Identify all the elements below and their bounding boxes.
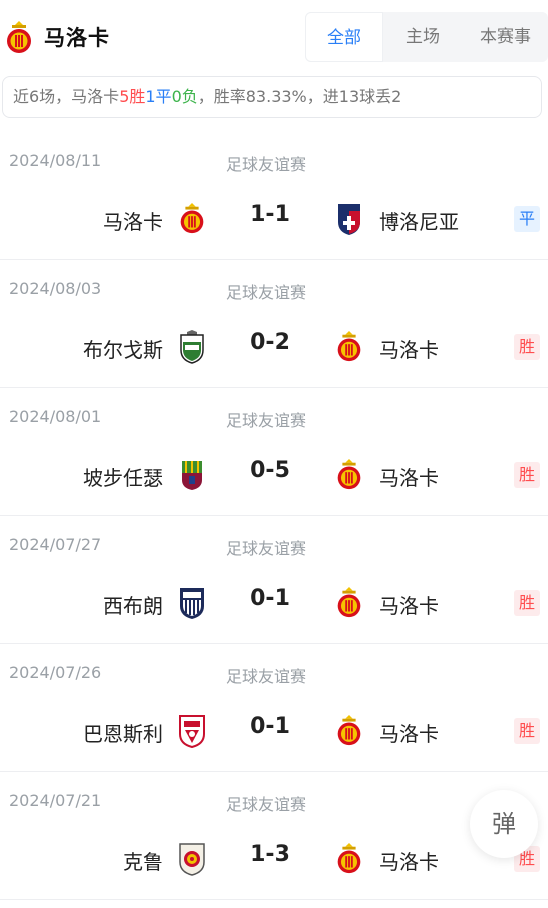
match-list: 2024/08/11 足球友谊赛 马洛卡 1-1 博洛尼亚 平 2024/08/… <box>0 132 548 900</box>
match-row[interactable]: 2024/08/01 足球友谊赛 坡步任瑟 0-5 马洛卡 胜 <box>0 388 548 516</box>
match-row[interactable]: 2024/07/26 足球友谊赛 巴恩斯利 0-1 马洛卡 胜 <box>0 644 548 772</box>
match-row[interactable]: 2024/07/21 足球友谊赛 克鲁 1-3 马洛卡 胜 <box>0 772 548 900</box>
summary-prefix: 近6场，马洛卡 <box>13 87 120 106</box>
mallorca-crest-icon <box>334 330 364 364</box>
floating-popup-button[interactable]: 弹 <box>470 790 538 858</box>
match-score: 0-2 <box>250 330 290 355</box>
tab-home[interactable]: 主场 <box>383 12 463 62</box>
mallorca-crest-icon <box>334 458 364 492</box>
mallorca-crest-icon <box>334 586 364 620</box>
match-row[interactable]: 2024/08/03 足球友谊赛 布尔戈斯 0-2 马洛卡 胜 <box>0 260 548 388</box>
away-team-name: 马洛卡 <box>379 850 439 874</box>
match-row[interactable]: 2024/08/11 足球友谊赛 马洛卡 1-1 博洛尼亚 平 <box>0 132 548 260</box>
match-competition: 足球友谊赛 <box>226 155 307 174</box>
tab-all[interactable]: 全部 <box>305 12 383 62</box>
match-score: 0-1 <box>250 586 290 611</box>
mallorca-crest-icon <box>6 20 32 56</box>
home-team-name: 西布朗 <box>103 594 163 618</box>
home-team-name: 坡步任瑟 <box>83 466 163 490</box>
summary-losses: 0负 <box>171 87 198 106</box>
match-competition: 足球友谊赛 <box>226 411 307 430</box>
away-team-name: 博洛尼亚 <box>379 210 459 234</box>
header: 马洛卡 全部 主场 本赛事 <box>0 0 548 72</box>
tab-this-competition[interactable]: 本赛事 <box>463 12 548 62</box>
home-team-name: 巴恩斯利 <box>83 722 163 746</box>
match-row[interactable]: 2024/07/27 足球友谊赛 西布朗 0-1 马洛卡 胜 <box>0 516 548 644</box>
mallorca-crest-icon <box>334 842 364 876</box>
summary-draws: 1平 <box>145 87 172 106</box>
match-date: 2024/07/26 <box>9 663 102 682</box>
match-score: 0-1 <box>250 714 290 739</box>
poble-crest-icon <box>177 458 207 492</box>
burgos-crest-icon <box>177 330 207 364</box>
match-date: 2024/07/27 <box>9 535 102 554</box>
mallorca-crest-icon <box>177 202 207 236</box>
home-team-name: 克鲁 <box>123 850 163 874</box>
mallorca-crest-icon <box>334 714 364 748</box>
crewe-crest-icon <box>177 842 207 876</box>
record-summary: 近6场，马洛卡5胜1平0负，胜率83.33%，进13球丢2 <box>2 76 542 118</box>
home-team-name: 布尔戈斯 <box>83 338 163 362</box>
away-team-name: 马洛卡 <box>379 594 439 618</box>
match-competition: 足球友谊赛 <box>226 795 307 814</box>
away-team-name: 马洛卡 <box>379 722 439 746</box>
barnsley-crest-icon <box>177 714 207 748</box>
home-team-name: 马洛卡 <box>103 210 163 234</box>
away-team-name: 马洛卡 <box>379 338 439 362</box>
match-competition: 足球友谊赛 <box>226 283 307 302</box>
result-badge: 胜 <box>514 462 540 488</box>
result-badge: 胜 <box>514 590 540 616</box>
match-date: 2024/08/11 <box>9 151 102 170</box>
match-competition: 足球友谊赛 <box>226 539 307 558</box>
match-date: 2024/08/01 <box>9 407 102 426</box>
tab-bar: 全部 主场 本赛事 <box>305 12 548 62</box>
west-brom-crest-icon <box>177 586 207 620</box>
match-date: 2024/08/03 <box>9 279 102 298</box>
away-team-name: 马洛卡 <box>379 466 439 490</box>
summary-suffix: ，胜率83.33%，进13球丢2 <box>197 87 402 106</box>
page-title: 马洛卡 <box>44 26 110 50</box>
match-score: 0-5 <box>250 458 290 483</box>
match-score: 1-1 <box>250 202 290 227</box>
result-badge: 胜 <box>514 334 540 360</box>
match-competition: 足球友谊赛 <box>226 667 307 686</box>
result-badge: 平 <box>514 206 540 232</box>
match-score: 1-3 <box>250 842 290 867</box>
result-badge: 胜 <box>514 718 540 744</box>
summary-wins: 5胜 <box>119 87 146 106</box>
match-date: 2024/07/21 <box>9 791 102 810</box>
bologna-crest-icon <box>334 202 364 236</box>
